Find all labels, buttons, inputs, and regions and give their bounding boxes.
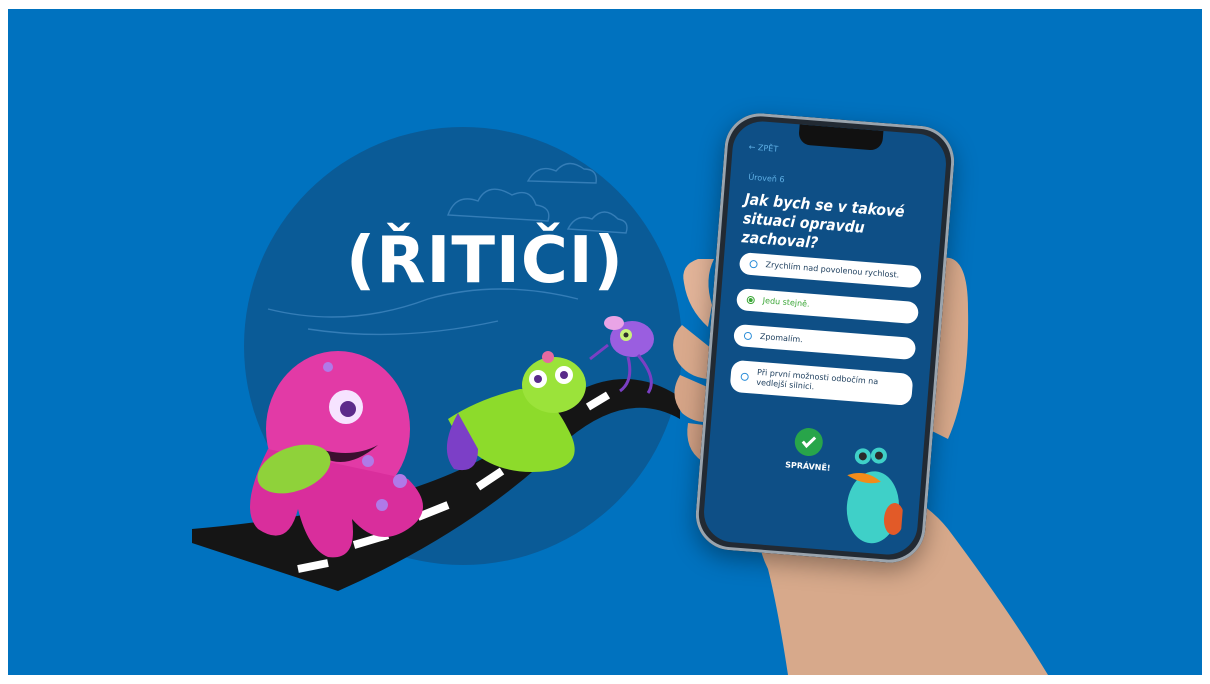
phone-mockup: ← ZPĚT Úroveň 6 Jak bych se v takové sit…	[693, 110, 957, 566]
snail-mascot-illustration	[846, 447, 905, 544]
hero-banner: (ŘITIČI) ← ZPĚT Úroveň 6 Jak bych se v t…	[8, 9, 1202, 675]
phone-notch	[798, 124, 884, 151]
hand-illustration	[673, 257, 1048, 675]
radio-icon	[749, 259, 758, 269]
level-label: Úroveň 6	[748, 172, 785, 185]
answer-option[interactable]: Zpomalím.	[733, 323, 917, 361]
answer-label: Zpomalím.	[759, 331, 804, 345]
answer-label: Jedu stejně.	[762, 296, 810, 309]
radio-selected-icon	[746, 295, 756, 305]
answer-option[interactable]: Při první možnosti odbočím na vedlejší s…	[729, 359, 914, 406]
check-icon	[793, 426, 824, 458]
answer-label: Zrychlím nad povolenou rychlost.	[765, 260, 900, 280]
question-text: Jak bych se v takové situaci opravdu zac…	[740, 190, 906, 253]
app-screen: ← ZPĚT Úroveň 6 Jak bych se v takové sit…	[701, 119, 949, 557]
back-link[interactable]: ← ZPĚT	[748, 142, 778, 153]
answer-label: Při první možnosti odbočím na vedlejší s…	[755, 367, 879, 392]
answer-option-selected[interactable]: Jedu stejně.	[735, 287, 920, 325]
radio-icon	[743, 331, 753, 341]
result-label: SPRÁVNĚ!	[784, 460, 831, 473]
radio-icon	[740, 372, 750, 382]
